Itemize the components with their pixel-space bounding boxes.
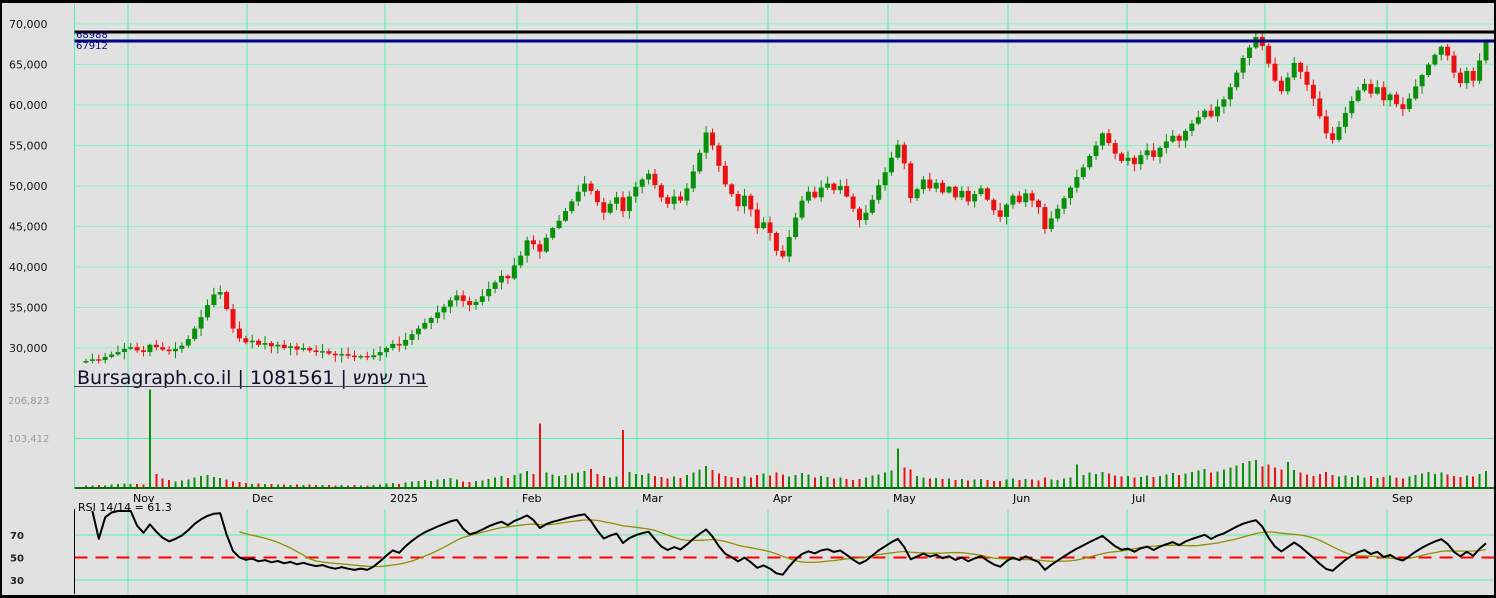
svg-text:103,412: 103,412 (8, 434, 49, 445)
svg-text:50: 50 (10, 554, 24, 565)
svg-text:35,000: 35,000 (9, 302, 48, 315)
svg-text:Aug: Aug (1270, 492, 1291, 505)
svg-text:206,823: 206,823 (8, 396, 49, 407)
level-lines-group (74, 30, 1494, 43)
chart-window: 70,000 65,000 60,000 55,000 50,000 45,000 40,0… (0, 0, 1496, 598)
svg-text:Feb: Feb (522, 492, 541, 505)
svg-text:30,000: 30,000 (9, 342, 48, 355)
svg-text:60,000: 60,000 (9, 99, 48, 112)
svg-text:55,000: 55,000 (9, 140, 48, 153)
axis-labels-group: 70,000 65,000 60,000 55,000 50,000 45,000 40,0… (8, 18, 1413, 587)
svg-text:2025: 2025 (390, 492, 418, 505)
svg-text:Jun: Jun (1012, 492, 1030, 505)
svg-text:40,000: 40,000 (9, 261, 48, 274)
svg-text:70,000: 70,000 (9, 18, 48, 31)
upper-level-price-label: 68988 (76, 30, 108, 41)
svg-text:70: 70 (10, 531, 24, 542)
svg-text:Jul: Jul (1131, 492, 1145, 505)
svg-text:Mar: Mar (642, 492, 663, 505)
watermark-underline (74, 386, 428, 387)
svg-text:65,000: 65,000 (9, 59, 48, 72)
svg-text:Dec: Dec (252, 492, 273, 505)
last-price-label: 67912 (76, 41, 108, 52)
svg-text:Sep: Sep (1392, 492, 1413, 505)
chart-canvas: 70,000 65,000 60,000 55,000 50,000 45,000 40,0… (0, 0, 1496, 598)
rsi-indicator-label: RSI 14/14 = 61.3 (78, 501, 172, 514)
svg-text:Apr: Apr (773, 492, 793, 505)
candles-group (83, 31, 1489, 364)
svg-text:30: 30 (10, 576, 24, 587)
svg-text:45,000: 45,000 (9, 221, 48, 234)
rsi-lines-group (91, 510, 1487, 576)
svg-text:50,000: 50,000 (9, 180, 48, 193)
svg-text:May: May (893, 492, 916, 505)
